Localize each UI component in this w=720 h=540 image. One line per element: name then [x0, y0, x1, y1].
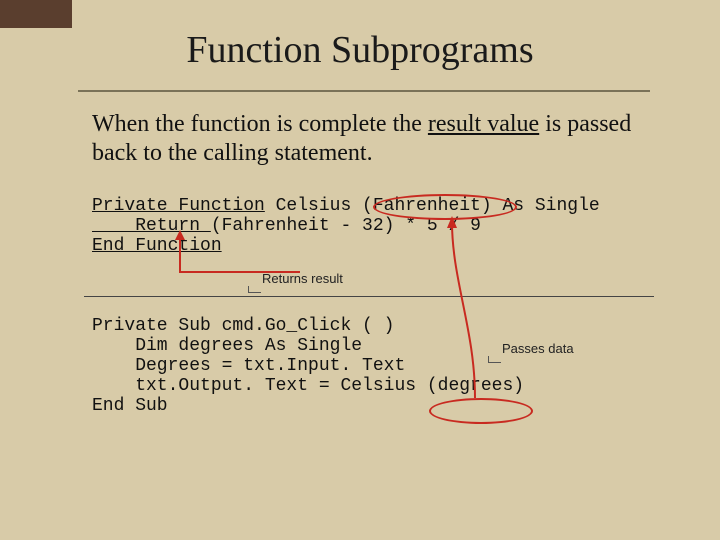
- kw: Return: [92, 216, 211, 236]
- callout-line: [488, 356, 501, 363]
- code-line: Dim degrees As Single: [92, 336, 362, 356]
- kw: Private Function: [92, 196, 265, 216]
- title-underline: [78, 90, 650, 92]
- intro-pre: When the function is complete the: [92, 111, 428, 137]
- corner-decor: [0, 0, 72, 28]
- code-line: txt.Output. Text = Celsius (degrees): [92, 376, 524, 396]
- slide-title: Function Subprograms: [0, 28, 720, 72]
- code-block-function: Private Function Celsius (Fahrenheit) As…: [92, 196, 600, 256]
- kw: End Function: [92, 236, 222, 256]
- divider: [84, 296, 654, 297]
- code-line: Private Sub cmd.Go_Click ( ): [92, 316, 394, 336]
- label-returns-result: Returns result: [258, 270, 347, 287]
- intro-emph: result value: [428, 111, 539, 137]
- oval-fahrenheit-param: [373, 194, 517, 220]
- callout-line: [248, 286, 261, 293]
- oval-degrees-arg: [429, 398, 533, 424]
- code-line: Degrees = txt.Input. Text: [92, 356, 405, 376]
- label-passes-data: Passes data: [498, 340, 578, 357]
- code-line: End Sub: [92, 396, 168, 416]
- intro-text: When the function is complete the result…: [92, 110, 632, 168]
- annotation-arrows: [0, 0, 720, 540]
